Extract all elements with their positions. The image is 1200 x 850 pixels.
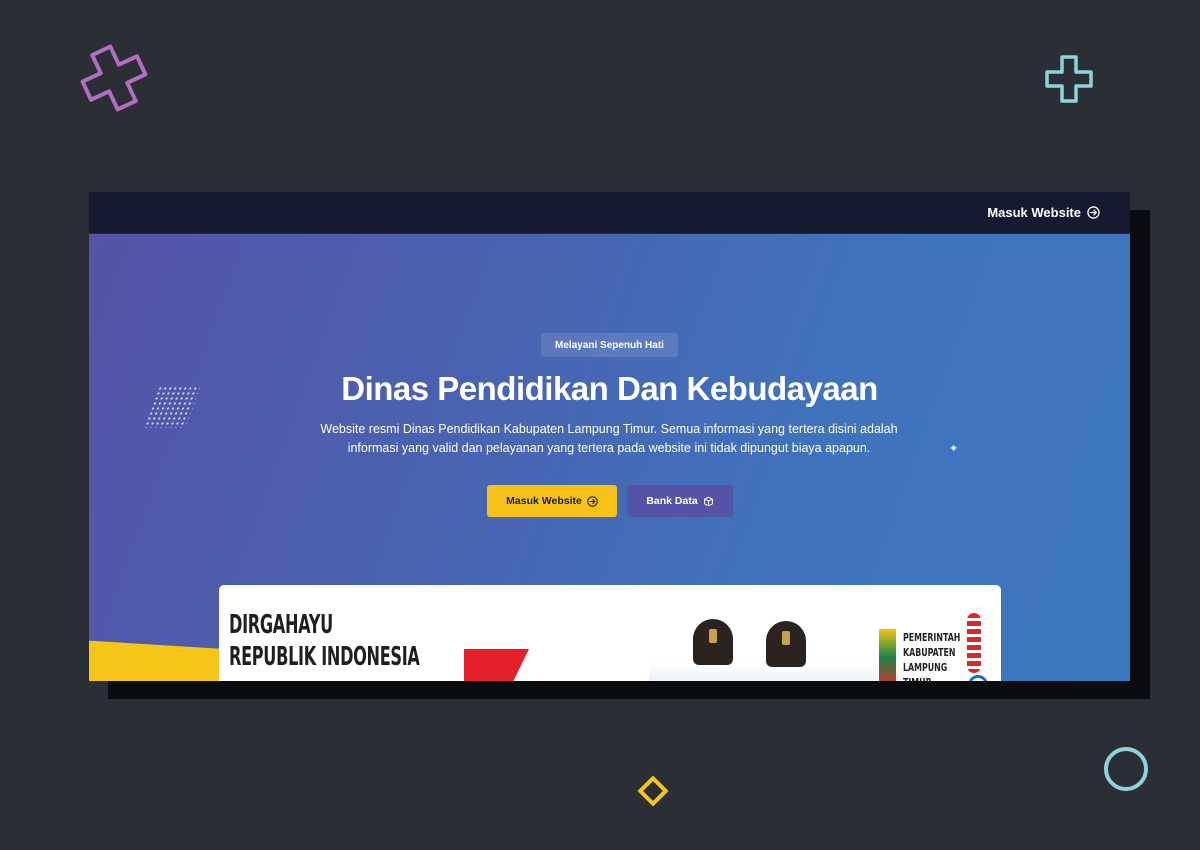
independence-day-banner: DIRGAHAYU REPUBLIK INDONESIA PEMERINTAH … bbox=[219, 585, 1001, 681]
arrow-right-circle-icon bbox=[587, 495, 598, 507]
pemkab-line-3: LAMPUNG TIMUR bbox=[903, 662, 948, 681]
pemkab-line-2: KABUPATEN bbox=[903, 647, 956, 659]
banner-line-1: DIRGAHAYU bbox=[229, 610, 333, 640]
plus-decoration-icon bbox=[1045, 55, 1093, 103]
enter-website-button-label: Masuk Website bbox=[506, 495, 582, 507]
officials-photo bbox=[649, 585, 899, 681]
dots-decoration bbox=[751, 112, 896, 132]
website-preview: Masuk Website ✦ Melayani Sepenuh Hati Di… bbox=[89, 192, 1130, 681]
regency-logo bbox=[879, 629, 896, 681]
tagline-badge: Melayani Sepenuh Hati bbox=[541, 333, 678, 357]
enter-website-label: Masuk Website bbox=[987, 205, 1081, 220]
hero-section: ✦ Melayani Sepenuh Hati Dinas Pendidikan… bbox=[89, 234, 1130, 681]
top-navbar: Masuk Website bbox=[89, 192, 1130, 234]
diamond-decoration-icon bbox=[637, 775, 669, 807]
dots-decoration bbox=[187, 730, 332, 750]
sparkle-icon: ✦ bbox=[949, 443, 959, 455]
official-cap-image bbox=[766, 621, 806, 667]
enter-website-link[interactable]: Masuk Website bbox=[987, 205, 1100, 220]
official-cap-image bbox=[693, 619, 733, 665]
arrow-right-circle-icon bbox=[1087, 206, 1100, 219]
hero-description: Website resmi Dinas Pendidikan Kabupaten… bbox=[320, 422, 898, 455]
regency-government-label: PEMERINTAH KABUPATEN LAMPUNG TIMUR bbox=[903, 631, 977, 681]
bank-data-button[interactable]: Bank Data bbox=[627, 485, 733, 517]
page-title: Dinas Pendidikan Dan Kebudayaan bbox=[341, 370, 878, 407]
ring-decoration-icon bbox=[1104, 747, 1148, 791]
banner-headline: DIRGAHAYU REPUBLIK INDONESIA bbox=[229, 609, 420, 673]
banner-line-2: REPUBLIK INDONESIA bbox=[229, 642, 420, 672]
cube-icon bbox=[703, 496, 713, 506]
bank-data-button-label: Bank Data bbox=[646, 495, 698, 507]
anniversary-emblem bbox=[967, 613, 981, 673]
plus-decoration-icon bbox=[80, 44, 148, 112]
enter-website-button[interactable]: Masuk Website bbox=[487, 485, 617, 517]
red-flag-shape bbox=[464, 649, 529, 681]
pemkab-line-1: PEMERINTAH bbox=[903, 632, 961, 644]
